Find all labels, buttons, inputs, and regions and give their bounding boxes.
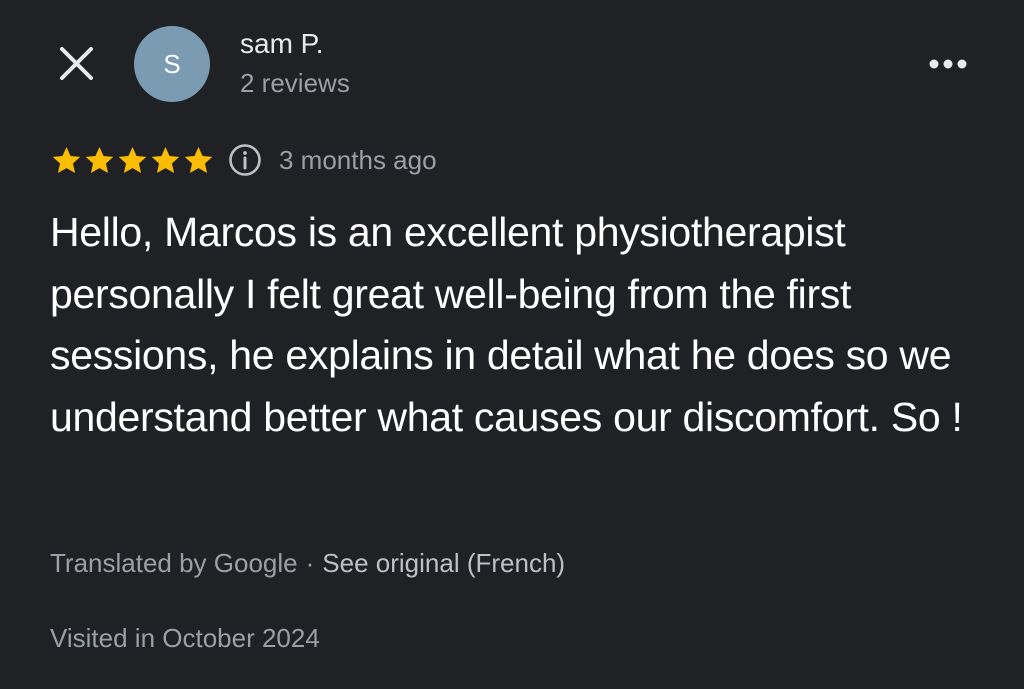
translated-by-label: Translated by Google [50,548,298,578]
star-rating [50,144,215,177]
more-options-button[interactable] [922,44,974,84]
star-icon [118,146,147,173]
star-icon [85,146,114,173]
star-icon [52,146,81,173]
review-time: 3 months ago [279,144,437,175]
close-icon [60,47,93,80]
more-horizontal-icon [929,59,967,69]
rating-row: 3 months ago [50,140,437,180]
translation-info: Translated by Google · See original (Fre… [50,548,565,579]
reviewer-review-count: 2 reviews [240,68,350,98]
separator: · [305,548,315,578]
info-icon [229,144,261,176]
reviewer-name[interactable]: sam P. [240,28,324,60]
star-icon [184,146,213,173]
review-body: Hello, Marcos is an excellent physiother… [50,209,963,440]
star-icon [151,146,180,173]
close-button[interactable] [52,40,102,90]
avatar[interactable]: S [134,26,210,102]
avatar-initial: S [163,48,181,79]
visit-date: Visited in October 2024 [50,623,320,653]
review-header: S sam P. 2 reviews [0,0,1024,130]
info-button[interactable] [227,142,263,178]
see-original-link[interactable]: See original (French) [322,548,565,579]
